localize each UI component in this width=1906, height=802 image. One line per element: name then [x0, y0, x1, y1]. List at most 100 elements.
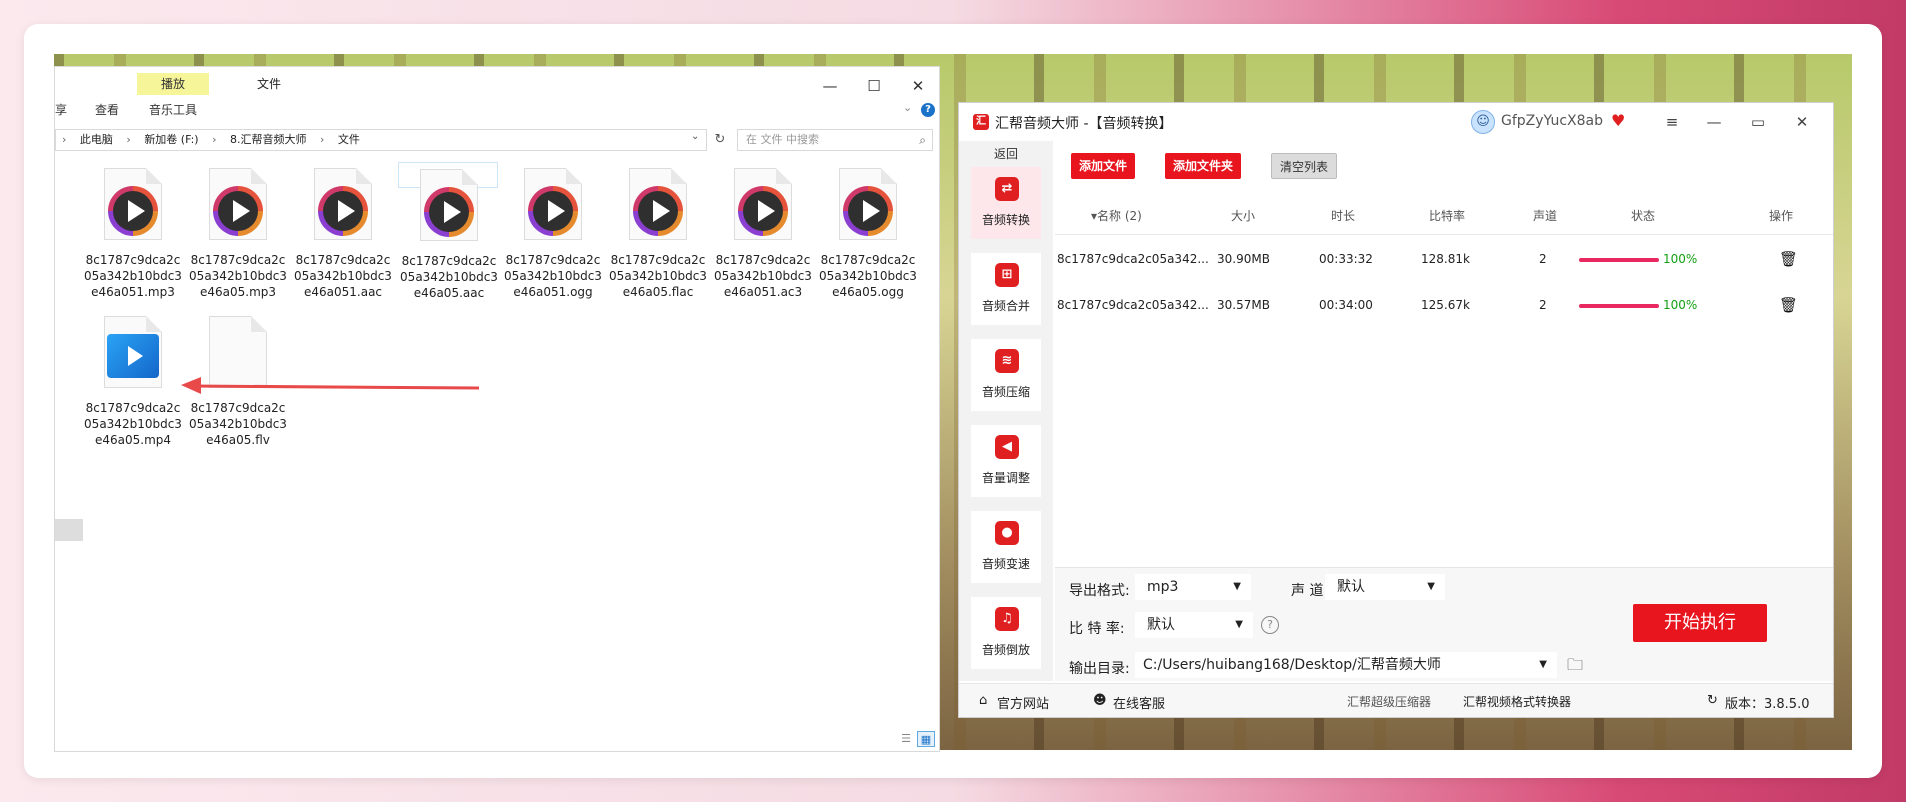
sidebar-item-volume[interactable]: ◀ 音量调整 — [971, 425, 1041, 497]
username[interactable]: GfpZyYucX8ab — [1501, 113, 1603, 129]
scroll-thumb[interactable] — [55, 519, 83, 541]
compress-icon: ≋ — [995, 349, 1019, 373]
chevron-down-icon: ▼ — [1233, 581, 1241, 592]
refresh-icon[interactable]: ↻ — [711, 129, 729, 151]
sidebar-item-speed[interactable]: ● 音频变速 — [971, 511, 1041, 583]
super-compressor-link[interactable]: 汇帮超级压缩器 — [1347, 693, 1431, 710]
headset-icon[interactable]: ☻ — [1093, 693, 1107, 708]
app-titlebar: 汇 汇帮音频大师 -【音频转换】 ☺ GfpZyYucX8ab ♥ ≡ — ▭ … — [959, 103, 1833, 141]
clear-list-button[interactable]: 清空列表 — [1271, 153, 1338, 179]
progress-bar — [1579, 258, 1659, 262]
col-bitrate[interactable]: 比特率 — [1429, 207, 1465, 224]
channel-value: 默认 — [1337, 579, 1365, 595]
breadcrumb-folder[interactable]: 8.汇帮音频大师 — [230, 133, 307, 146]
col-action: 操作 — [1769, 209, 1794, 223]
app-minimize-button[interactable]: — — [1699, 107, 1729, 137]
home-icon[interactable]: ⌂ — [979, 693, 987, 708]
tab-play[interactable]: 播放 — [137, 73, 209, 95]
channel-label: 声 道: — [1291, 583, 1329, 599]
sidebar-item-convert[interactable]: ⇄ 音频转换 — [971, 167, 1041, 239]
folder-icon[interactable]: 🗀 — [1567, 654, 1583, 681]
bitrate-help-icon[interactable]: ? — [1261, 616, 1279, 634]
sidebar-item-merge[interactable]: ⊞ 音频合并 — [971, 253, 1041, 325]
breadcrumb-this-pc[interactable]: 此电脑 — [80, 133, 113, 146]
help-icon[interactable]: ? — [921, 103, 935, 117]
col-duration[interactable]: 时长 — [1331, 207, 1355, 224]
cell-name: 8c1787c9dca2c05a342... — [1057, 252, 1209, 266]
sidebar-item-label: 音频合并 — [981, 299, 1030, 313]
format-value: mp3 — [1147, 579, 1179, 595]
version-text: 版本：3.8.5.0 — [1725, 697, 1810, 712]
sidebar-item-reverse[interactable]: ♫ 音频倒放 — [971, 597, 1041, 669]
breadcrumb-files[interactable]: 文件 — [338, 133, 360, 146]
progress-text: 100% — [1663, 298, 1698, 312]
chevron-down-icon: ▼ — [1427, 581, 1435, 592]
col-channel[interactable]: 声道 — [1533, 207, 1557, 224]
sidebar-item-label: 音频倒放 — [981, 643, 1030, 657]
chevron-down-icon: ▼ — [1539, 659, 1547, 670]
breadcrumb-drive[interactable]: 新加卷 (F:) — [144, 133, 198, 146]
app-maximize-button[interactable]: ▭ — [1743, 107, 1773, 137]
table-row[interactable]: 8c1787c9dca2c05a342... 30.57MB 00:34:00 … — [1055, 283, 1833, 329]
search-input[interactable]: 在 文件 中搜索 ⌕ — [737, 129, 933, 151]
large-icons-view-icon[interactable]: ▦ — [917, 731, 935, 747]
app-title: 汇帮音频大师 -【音频转换】 — [995, 116, 1173, 132]
convert-icon: ⇄ — [995, 177, 1019, 201]
address-bar[interactable]: › 此电脑 › 新加卷 (F:) › 8.汇帮音频大师 › 文件 — [55, 129, 707, 151]
sidebar-item-label: 音频变速 — [981, 557, 1030, 571]
app-logo-icon: 汇 — [973, 114, 989, 130]
explorer-close-button[interactable]: ✕ — [899, 73, 937, 99]
refresh-icon[interactable]: ↻ — [1707, 693, 1718, 708]
details-view-icon[interactable]: ☰ — [897, 731, 915, 747]
back-button[interactable]: 返回 — [959, 145, 1053, 162]
sidebar-item-compress[interactable]: ≋ 音频压缩 — [971, 339, 1041, 411]
official-site-link[interactable]: 官方网站 — [997, 693, 1049, 712]
volume-icon: ◀ — [995, 435, 1019, 459]
bitrate-label: 比 特 率: — [1069, 621, 1125, 637]
cell-size: 30.90MB — [1217, 252, 1270, 266]
search-placeholder: 在 文件 中搜索 — [746, 133, 819, 146]
music-note-icon: ♫ — [995, 607, 1019, 631]
merge-icon: ⊞ — [995, 263, 1019, 287]
audio-master-window: 汇 汇帮音频大师 -【音频转换】 ☺ GfpZyYucX8ab ♥ ≡ — ▭ … — [958, 102, 1834, 718]
cell-channel: 2 — [1539, 298, 1547, 312]
start-button[interactable]: 开始执行 — [1633, 604, 1767, 642]
video-converter-link[interactable]: 汇帮视频格式转换器 — [1463, 693, 1571, 710]
tab-music-tools[interactable]: 音乐工具 — [149, 101, 197, 118]
cell-bitrate: 125.67k — [1421, 298, 1470, 312]
bitrate-value: 默认 — [1147, 617, 1175, 633]
col-status: 状态 — [1631, 209, 1656, 223]
trash-icon[interactable]: 🗑 — [1779, 250, 1798, 268]
ribbon-expand-icon[interactable]: ⌄ — [903, 101, 912, 114]
options-panel: 导出格式: mp3 ▼ 声 道: 默认 ▼ 比 特 率: 默认 ▼ ? 输出目录… — [1055, 567, 1833, 681]
tab-view[interactable]: 查看 — [95, 101, 119, 118]
online-service-link[interactable]: 在线客服 — [1113, 693, 1165, 712]
sidebar-item-label: 音频压缩 — [981, 385, 1030, 399]
explorer-maximize-button[interactable]: ☐ — [855, 73, 893, 99]
cell-channel: 2 — [1539, 252, 1547, 266]
cell-duration: 00:34:00 — [1319, 298, 1373, 312]
col-size[interactable]: 大小 — [1231, 207, 1255, 224]
search-icon[interactable]: ⌕ — [919, 130, 926, 150]
cell-bitrate: 128.81k — [1421, 252, 1470, 266]
output-dir-select[interactable]: C:/Users/huibang168/Desktop/汇帮音频大师 ▼ — [1135, 652, 1557, 678]
address-dropdown-icon[interactable]: ⌄ — [691, 131, 699, 142]
file-grid: 8c1787c9dca2c05a342b10bdc3e46a051.mp3 8c… — [55, 162, 939, 722]
avatar[interactable]: ☺ — [1471, 110, 1495, 134]
tab-share[interactable]: 享 — [55, 101, 67, 118]
sidebar-item-label: 音频转换 — [981, 213, 1030, 227]
menu-icon[interactable]: ≡ — [1657, 107, 1687, 137]
explorer-ribbon: 播放 文件 享 查看 音乐工具 — ☐ ✕ ⌄ ? — [55, 67, 939, 123]
trash-icon[interactable]: 🗑 — [1779, 296, 1798, 314]
explorer-minimize-button[interactable]: — — [811, 73, 849, 99]
add-folder-button[interactable]: 添加文件夹 — [1165, 153, 1242, 179]
col-name[interactable]: ▾名称 (2) — [1091, 207, 1142, 224]
table-row[interactable]: 8c1787c9dca2c05a342... 30.90MB 00:33:32 … — [1055, 237, 1833, 283]
sidebar: 返回 ⇄ 音频转换 ⊞ 音频合并 ≋ 音频压缩 ◀ 音量调整 ● 音频变速 ♫ … — [959, 141, 1053, 681]
format-select[interactable]: mp3 ▼ — [1135, 574, 1251, 600]
add-file-button[interactable]: 添加文件 — [1071, 153, 1136, 179]
channel-select[interactable]: 默认 ▼ — [1325, 574, 1445, 600]
bitrate-select[interactable]: 默认 ▼ — [1135, 612, 1253, 638]
chevron-down-icon: ▼ — [1235, 619, 1243, 630]
app-close-button[interactable]: ✕ — [1787, 107, 1817, 137]
